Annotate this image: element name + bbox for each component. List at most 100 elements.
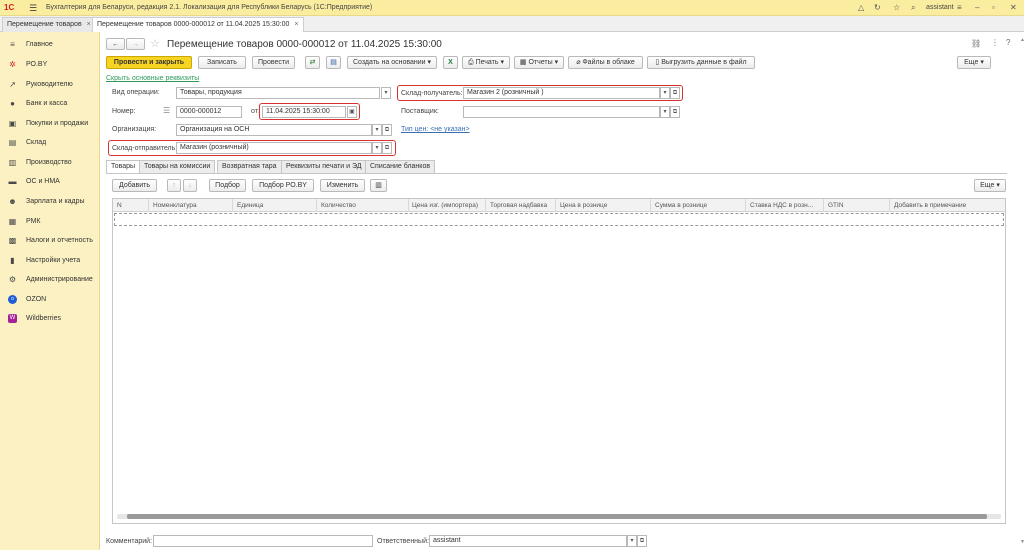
- back-button[interactable]: ←: [106, 38, 125, 50]
- op-type-field[interactable]: Товары, продукция: [176, 87, 380, 99]
- tab-goods[interactable]: Товары: [106, 160, 141, 174]
- column-header[interactable]: Сумма в рознице: [655, 202, 707, 209]
- move-up-icon[interactable]: ↑: [167, 179, 181, 192]
- column-header[interactable]: Цена в рознице: [560, 202, 607, 209]
- column-header[interactable]: Добавить в примечание: [894, 202, 966, 209]
- tab-forms-writeoff[interactable]: Списание бланков: [365, 160, 436, 173]
- history-icon[interactable]: ↻: [874, 3, 881, 12]
- move-down-icon[interactable]: ↓: [183, 179, 197, 192]
- hide-main-details-link[interactable]: Скрыть основные реквизиты: [106, 75, 199, 82]
- tab-print-details[interactable]: Реквизиты печати и ЭД: [281, 160, 367, 173]
- sidebar-item-warehouse[interactable]: ▤ Склад: [0, 134, 100, 152]
- settings-icon[interactable]: ≡: [957, 3, 962, 12]
- sidebar-item-taxes[interactable]: ▩ Налоги и отчетность: [0, 232, 100, 250]
- column-header[interactable]: Ставка НДС в розн...: [750, 202, 813, 209]
- help-icon[interactable]: ?: [1006, 38, 1010, 47]
- sidebar-item-main[interactable]: ≡ Главное: [0, 36, 100, 54]
- structure-icon[interactable]: ▤: [326, 56, 341, 69]
- grid-more-button[interactable]: Еще ▾: [974, 179, 1006, 192]
- print-button[interactable]: ⎙ Печать ▾: [462, 56, 510, 69]
- dt-kt-icon[interactable]: ⇄: [305, 56, 320, 69]
- org-field[interactable]: Организация на ОСН: [176, 124, 372, 136]
- sidebar-item-fixed-assets[interactable]: ▬ ОС и НМА: [0, 173, 100, 191]
- column-header[interactable]: Цена изг. (импортера): [412, 202, 478, 209]
- main-menu-icon[interactable]: ☰: [29, 3, 37, 14]
- cloud-files-button[interactable]: ⌀ Файлы в облаке: [568, 56, 643, 69]
- org-open-icon[interactable]: ⧉: [382, 124, 392, 136]
- post-and-close-button[interactable]: Провести и закрыть: [106, 56, 192, 69]
- save-button[interactable]: Записать: [198, 56, 246, 69]
- responsible-open-icon[interactable]: ⧉: [637, 535, 647, 547]
- forward-button[interactable]: →: [126, 38, 145, 50]
- receiver-warehouse-field[interactable]: Магазин 2 (розничный ): [463, 87, 660, 99]
- responsible-field[interactable]: assistant: [429, 535, 627, 547]
- close-tab-icon[interactable]: ×: [294, 21, 298, 28]
- more-vertical-icon[interactable]: ⋮: [991, 38, 999, 47]
- tab-transfers-list[interactable]: Перемещение товаров ×: [2, 17, 96, 32]
- calendar-icon[interactable]: ▣: [347, 106, 357, 118]
- excel-icon[interactable]: X: [443, 56, 458, 69]
- sender-warehouse-field[interactable]: Магазин (розничный): [176, 142, 372, 154]
- goods-table[interactable]: N Номенклатура Единица Количество Цена и…: [112, 198, 1006, 524]
- sidebar-item-production[interactable]: ▥ Производство: [0, 154, 100, 172]
- link-icon[interactable]: ⛓: [971, 39, 981, 48]
- column-header[interactable]: Единица: [237, 202, 263, 209]
- column-header[interactable]: N: [117, 202, 122, 209]
- sidebar-item-ozon[interactable]: o OZON: [0, 291, 100, 309]
- barcode-icon[interactable]: ▥: [370, 179, 387, 192]
- org-dropdown[interactable]: ▾: [372, 124, 382, 136]
- receiver-warehouse-dropdown[interactable]: ▾: [660, 87, 670, 99]
- sidebar-item-ro-by[interactable]: ✲ РО.BY: [0, 56, 100, 74]
- sender-warehouse-open-icon[interactable]: ⧉: [382, 142, 392, 154]
- column-header[interactable]: Номенклатура: [153, 202, 197, 209]
- user-name[interactable]: assistant: [926, 4, 954, 11]
- sidebar-item-settings[interactable]: ▮ Настройки учета: [0, 252, 100, 270]
- minimize-icon[interactable]: –: [975, 3, 979, 12]
- sidebar-item-purchases-sales[interactable]: ▣ Покупки и продажи: [0, 115, 100, 133]
- comment-field[interactable]: [153, 535, 373, 547]
- sender-warehouse-dropdown[interactable]: ▾: [372, 142, 382, 154]
- column-header[interactable]: GTIN: [828, 202, 844, 209]
- search-icon[interactable]: ⌕: [911, 3, 915, 13]
- sidebar-item-bank[interactable]: ● Банк и касса: [0, 95, 100, 113]
- supplier-field[interactable]: [463, 106, 660, 118]
- close-icon[interactable]: ✕: [1010, 3, 1017, 12]
- supplier-dropdown[interactable]: ▾: [660, 106, 670, 118]
- restore-icon[interactable]: ▫: [992, 3, 995, 12]
- export-to-file-button[interactable]: ▯ Выгрузить данные в файл: [647, 56, 755, 69]
- sidebar-item-admin[interactable]: ⚙ Администрирование: [0, 271, 100, 289]
- column-header[interactable]: Количество: [321, 202, 356, 209]
- select-button[interactable]: Подбор: [209, 179, 246, 192]
- sidebar-item-rmk[interactable]: ▦ РМК: [0, 213, 100, 231]
- op-type-dropdown[interactable]: ▾: [381, 87, 391, 99]
- date-field[interactable]: 11.04.2025 15:30:00: [262, 106, 346, 118]
- add-row-button[interactable]: Добавить: [112, 179, 157, 192]
- create-based-on-button[interactable]: Создать на основании ▾: [347, 56, 437, 69]
- column-header[interactable]: Торговая надбавка: [490, 202, 547, 209]
- tab-returnable-packaging[interactable]: Возвратная тара: [217, 160, 282, 173]
- favorites-star-icon[interactable]: ☆: [893, 3, 900, 12]
- post-button[interactable]: Провести: [252, 56, 295, 69]
- sidebar-item-wildberries[interactable]: W Wildberries: [0, 310, 100, 328]
- responsible-dropdown[interactable]: ▾: [627, 535, 637, 547]
- tab-consignment-goods[interactable]: Товары на комиссии: [139, 160, 216, 173]
- bell-icon[interactable]: △: [858, 3, 864, 12]
- sidebar-item-salary[interactable]: ☻ Зарплата и кадры: [0, 193, 100, 211]
- scrollbar-thumb[interactable]: [127, 514, 987, 519]
- price-type-link[interactable]: Тип цен: <не указан>: [401, 126, 470, 133]
- vertical-scrollbar[interactable]: ▲ ▼: [1020, 37, 1024, 547]
- change-button[interactable]: Изменить: [320, 179, 365, 192]
- table-row[interactable]: [114, 213, 1004, 226]
- horizontal-scrollbar[interactable]: [117, 514, 1001, 519]
- receiver-warehouse-open-icon[interactable]: ⧉: [670, 87, 680, 99]
- number-field[interactable]: 0000-000012: [176, 106, 242, 118]
- tab-transfer-document[interactable]: Перемещение товаров 0000-000012 от 11.04…: [92, 17, 304, 32]
- supplier-open-icon[interactable]: ⧉: [670, 106, 680, 118]
- close-tab-icon[interactable]: ×: [87, 21, 91, 28]
- numbering-icon[interactable]: ☰: [163, 106, 170, 115]
- sidebar-item-manager[interactable]: ↗ Руководителю: [0, 76, 100, 94]
- more-button[interactable]: Еще ▾: [957, 56, 991, 69]
- reports-button[interactable]: ▦ Отчеты ▾: [514, 56, 564, 69]
- favorite-star-icon[interactable]: ☆: [150, 37, 160, 50]
- select-ro-by-button[interactable]: Подбор РО.BY: [252, 179, 314, 192]
